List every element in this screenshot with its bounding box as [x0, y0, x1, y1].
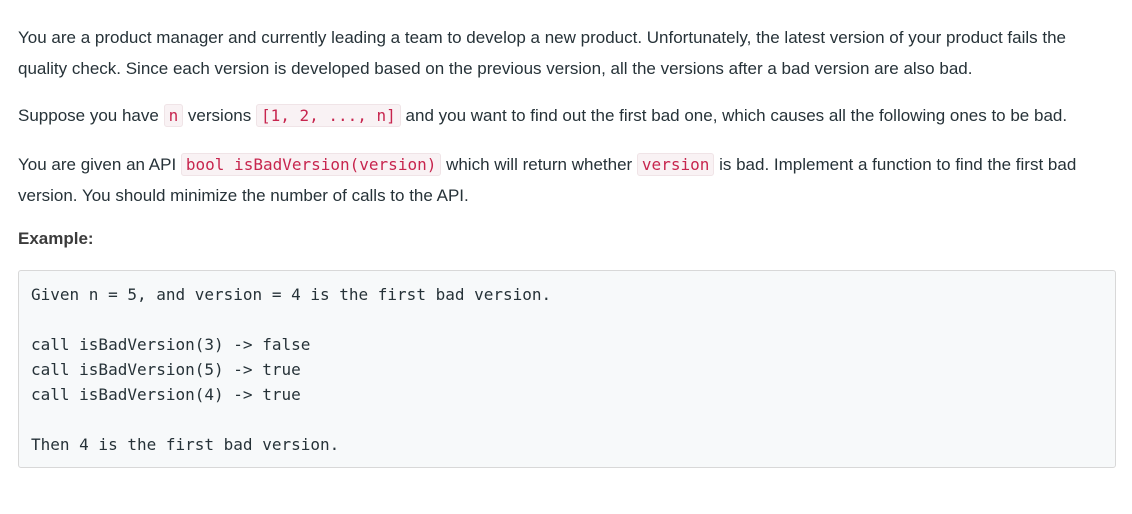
setup-text-1: Suppose you have — [18, 106, 164, 125]
api-text-1: You are given an API — [18, 155, 181, 174]
inline-code-version: version — [636, 153, 715, 176]
code-line: call isBadVersion(4) -> true — [31, 385, 301, 404]
code-line: Given n = 5, and version = 4 is the firs… — [31, 285, 552, 304]
problem-setup-paragraph: Suppose you have n versions [1, 2, ..., … — [18, 100, 1118, 131]
code-line: Then 4 is the first bad version. — [31, 435, 340, 454]
setup-text-2: versions — [183, 106, 256, 125]
example-code-block: Given n = 5, and version = 4 is the firs… — [18, 270, 1116, 468]
example-heading: Example: — [18, 229, 94, 248]
problem-intro-paragraph: You are a product manager and currently … — [18, 28, 1067, 78]
problem-description: You are a product manager and currently … — [18, 22, 1118, 468]
inline-code-version-range: [1, 2, ..., n] — [255, 104, 401, 127]
code-line: call isBadVersion(3) -> false — [31, 335, 311, 354]
setup-text-3: and you want to find out the first bad o… — [400, 106, 1068, 125]
problem-api-paragraph: You are given an API bool isBadVersion(v… — [18, 149, 1118, 211]
inline-code-api-signature: bool isBadVersion(version) — [180, 153, 442, 176]
api-text-2: which will return whether — [441, 155, 637, 174]
inline-code-n: n — [163, 104, 184, 127]
code-line: call isBadVersion(5) -> true — [31, 360, 301, 379]
